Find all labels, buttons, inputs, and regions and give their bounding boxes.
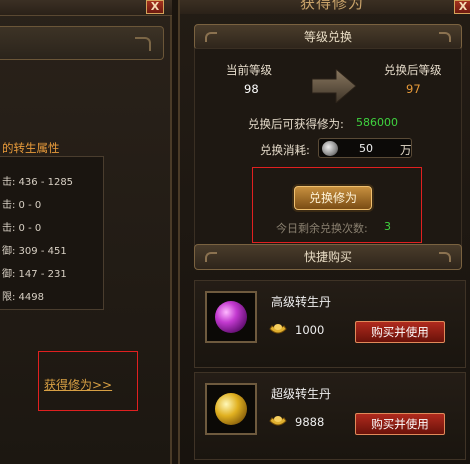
item-name: 高级转生丹 [271,295,332,309]
item-name: 超级转生丹 [271,387,332,401]
buy-and-use-button[interactable]: 购买并使用 [355,321,445,343]
stat-row: 御: 147 - 231 [2,269,67,280]
item-price: 1000 [295,323,325,337]
gold-pill-icon [205,383,257,435]
item-price: 9888 [295,415,325,429]
purple-pill-icon [205,291,257,343]
highlight-box-exchange [252,167,422,243]
shop-section-header: 快捷购买 [194,244,462,270]
gold-ingot-icon [269,324,287,334]
stat-row: 击: 0 - 0 [2,223,42,234]
left-panel-banner [0,26,164,60]
after-level-value: 97 [406,82,421,96]
game-window: X 的转生属性 击: 436 - 1285 击: 0 - 0 击: 0 - 0 … [0,0,470,464]
after-level-label: 兑换后等级 [384,63,442,77]
left-close-button[interactable]: X [146,0,164,14]
exchange-section-header: 等级兑换 [194,24,462,50]
rebirth-stats-box: 击: 436 - 1285 击: 0 - 0 击: 0 - 0 御: 309 -… [0,156,104,310]
highlight-box-link [38,351,138,411]
coin-icon [322,141,338,156]
cost-value: 50 [359,142,373,155]
shop-item: 高级转生丹 1000 购买并使用 [194,280,466,368]
arrow-right-icon [312,69,356,103]
stat-row: 御: 309 - 451 [2,246,67,257]
current-level-label: 当前等级 [226,63,272,77]
shop-item: 超级转生丹 9888 购买并使用 [194,372,466,460]
current-level-value: 98 [244,82,259,96]
stat-row: 击: 436 - 1285 [2,177,74,188]
stat-row: 限: 4498 [2,292,44,303]
right-close-button[interactable]: X [454,0,470,14]
gain-label: 兑换后可获得修为: [248,117,344,131]
gain-value: 586000 [356,116,398,129]
panel-title: 获得修为 [300,0,365,12]
cost-display: 50 [318,138,412,158]
cost-label: 兑换消耗: [260,143,310,157]
buy-and-use-button[interactable]: 购买并使用 [355,413,445,435]
cost-unit: 万 [400,143,412,157]
rebirth-attributes-title: 的转生属性 [2,141,60,155]
stat-row: 击: 0 - 0 [2,200,42,211]
gold-ingot-icon [269,416,287,426]
